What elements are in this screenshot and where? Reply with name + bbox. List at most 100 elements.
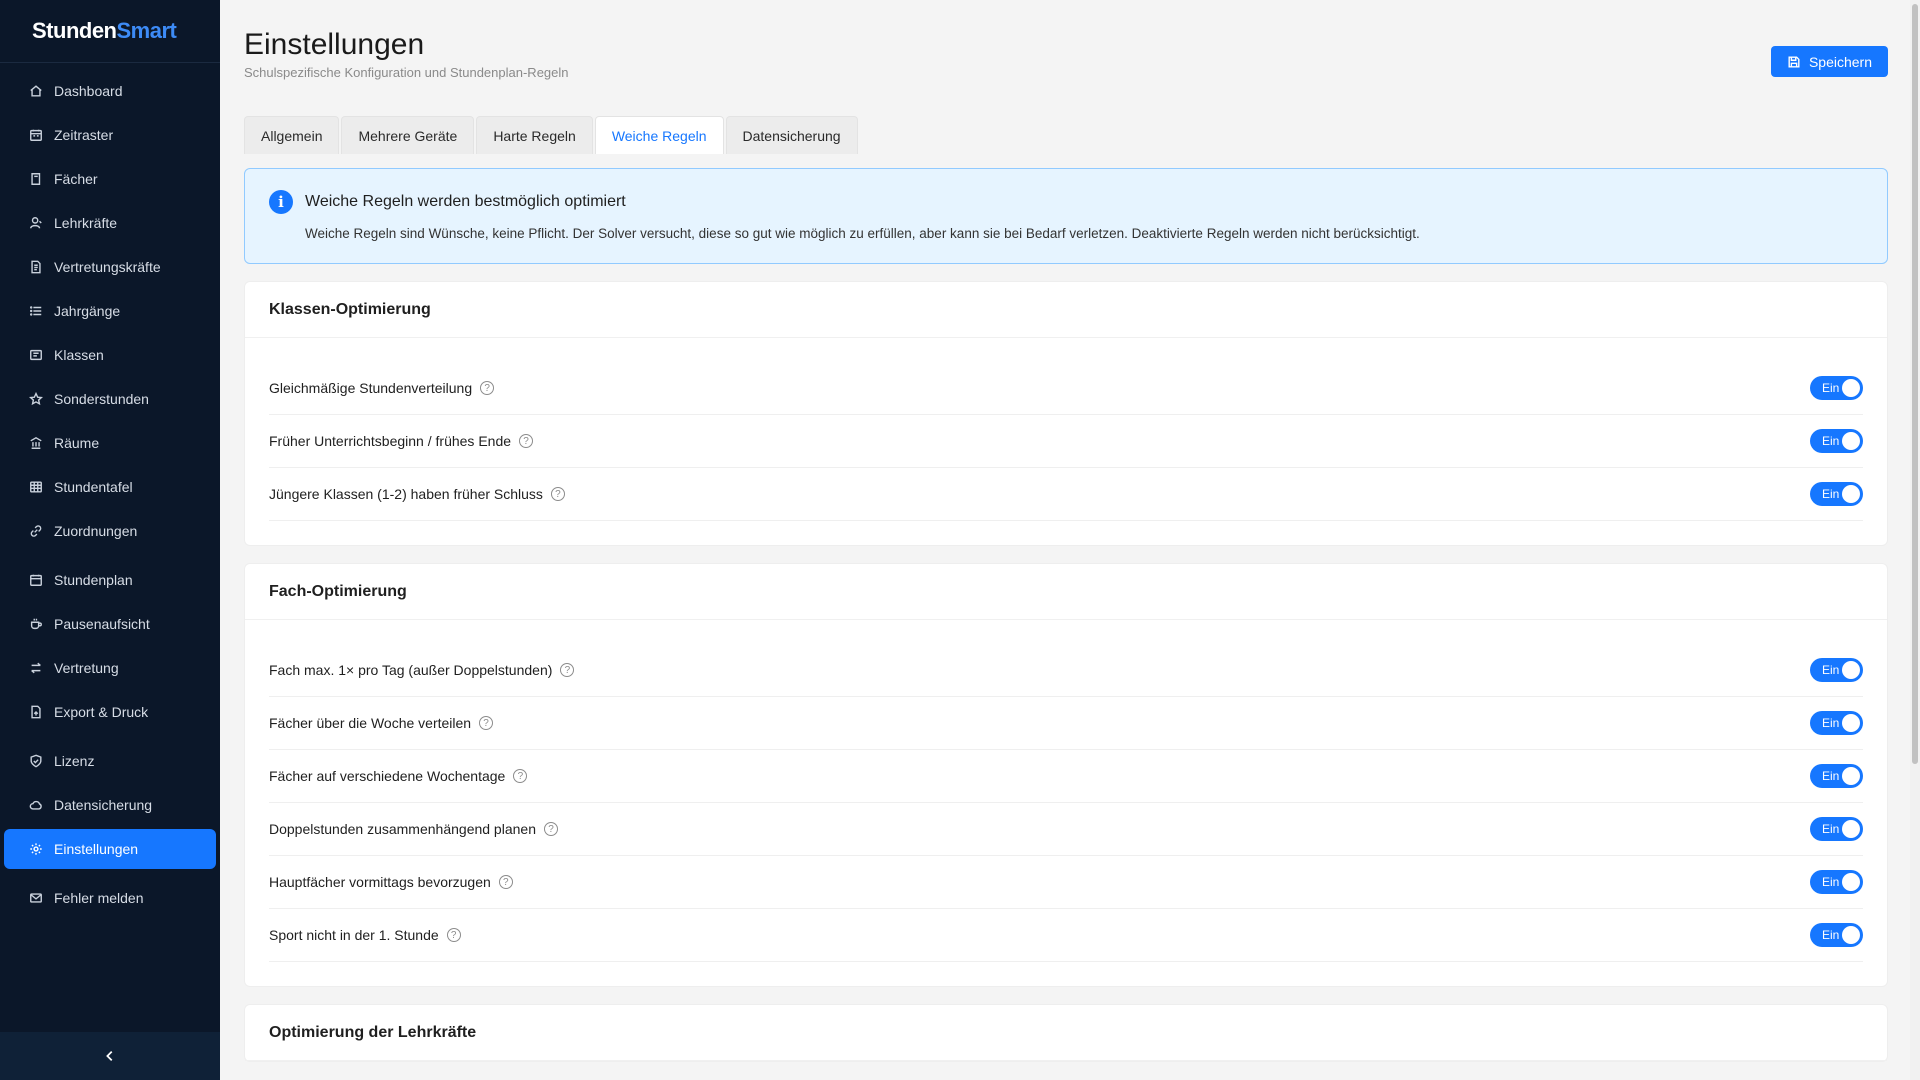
- rule-toggle[interactable]: Ein: [1810, 429, 1863, 453]
- scrollbar[interactable]: [1910, 0, 1920, 1080]
- cloud-icon: [28, 797, 44, 813]
- toggle-knob: [1842, 485, 1860, 503]
- section-title: Fach-Optimierung: [245, 564, 1887, 620]
- sidebar-item-label: Einstellungen: [54, 841, 139, 857]
- sidebar-item-stundentafel[interactable]: Stundentafel: [0, 465, 220, 509]
- tab-harte-regeln[interactable]: Harte Regeln: [476, 116, 593, 154]
- save-button-label: Speichern: [1808, 53, 1872, 70]
- rule-label-group: Fächer über die Woche verteilen?: [269, 715, 494, 731]
- rule-label-group: Früher Unterrichtsbeginn / frühes Ende?: [269, 433, 534, 449]
- rule-toggle[interactable]: Ein: [1810, 711, 1863, 735]
- rule-label-group: Fächer auf verschiedene Wochentage?: [269, 768, 528, 784]
- rule-toggle[interactable]: Ein: [1810, 482, 1863, 506]
- calendar-grid-icon: [28, 127, 44, 143]
- toggle-knob: [1842, 873, 1860, 891]
- help-icon[interactable]: ?: [513, 769, 528, 783]
- sidebar-item-sonderstunden[interactable]: Sonderstunden: [0, 377, 220, 421]
- info-text: Weiche Regeln sind Wünsche, keine Pflich…: [305, 226, 1420, 241]
- toggle-knob: [1842, 767, 1860, 785]
- sidebar-item-label: Lizenz: [54, 753, 95, 769]
- swap-icon: [28, 660, 44, 676]
- rule-sections: Klassen-Optimierung Gleichmäßige Stundenv…: [244, 281, 1888, 1062]
- sidebar-item-facher[interactable]: Fächer: [0, 157, 220, 201]
- document-icon: [28, 259, 44, 275]
- rule-toggle[interactable]: Ein: [1810, 658, 1863, 682]
- toggle-state-label: Ein: [1822, 663, 1840, 677]
- sidebar-item-label: Fächer: [54, 171, 98, 187]
- sidebar-item-lizenz[interactable]: Lizenz: [0, 739, 220, 783]
- rule-label-group: Sport nicht in der 1. Stunde?: [269, 927, 461, 943]
- rule-row: Früher Unterrichtsbeginn / frühes Ende? E…: [269, 415, 1863, 468]
- toggle-state-label: Ein: [1822, 875, 1840, 889]
- help-icon[interactable]: ?: [480, 381, 495, 395]
- sidebar-item-vertretung[interactable]: Vertretung: [0, 646, 220, 690]
- save-button[interactable]: Speichern: [1770, 46, 1888, 77]
- gear-icon: [28, 841, 44, 857]
- help-icon[interactable]: ?: [543, 822, 558, 836]
- book-icon: [28, 171, 44, 187]
- sidebar-item-label: Stundenplan: [54, 572, 133, 588]
- help-icon[interactable]: ?: [479, 716, 494, 730]
- sidebar-collapse-button[interactable]: [0, 1032, 220, 1080]
- sidebar-item-klassen[interactable]: Klassen: [0, 333, 220, 377]
- section-title: Klassen-Optimierung: [245, 282, 1887, 338]
- mail-icon: [28, 890, 44, 906]
- rule-toggle[interactable]: Ein: [1810, 870, 1863, 894]
- help-icon[interactable]: ?: [446, 928, 461, 942]
- rule-label: Früher Unterrichtsbeginn / frühes Ende: [269, 433, 512, 449]
- sidebar-item-datensicherung[interactable]: Datensicherung: [0, 783, 220, 827]
- coffee-icon: [28, 616, 44, 632]
- rule-row: Jüngere Klassen (1-2) haben früher Schlu…: [269, 468, 1863, 521]
- calendar-icon: [28, 572, 44, 588]
- info-icon: i: [269, 190, 293, 214]
- sidebar-item-export-druck[interactable]: Export & Druck: [0, 690, 220, 734]
- sidebar-item-vertretungskrafte[interactable]: Vertretungskräfte: [0, 245, 220, 289]
- rule-toggle[interactable]: Ein: [1810, 817, 1863, 841]
- rule-label: Jüngere Klassen (1-2) haben früher Schlu…: [269, 486, 543, 502]
- sidebar-item-label: Vertretung: [54, 660, 119, 676]
- sidebar-item-einstellungen[interactable]: Einstellungen: [4, 829, 216, 869]
- section-card-klassen-optimierung: Klassen-Optimierung Gleichmäßige Stundenv…: [244, 281, 1888, 546]
- sidebar-item-lehrkrafte[interactable]: Lehrkräfte: [0, 201, 220, 245]
- rule-label: Doppelstunden zusammenhängend planen: [269, 821, 536, 837]
- rule-toggle[interactable]: Ein: [1810, 376, 1863, 400]
- home-icon: [28, 83, 44, 99]
- rule-label-group: Jüngere Klassen (1-2) haben früher Schlu…: [269, 486, 565, 502]
- sidebar-item-pausenaufsicht[interactable]: Pausenaufsicht: [0, 602, 220, 646]
- toggle-state-label: Ein: [1822, 822, 1840, 836]
- sidebar-item-label: Sonderstunden: [54, 391, 149, 407]
- sidebar-item-zuordnungen[interactable]: Zuordnungen: [0, 509, 220, 553]
- tab-allgemein[interactable]: Allgemein: [244, 116, 340, 154]
- scrollbar-thumb[interactable]: [1912, 4, 1918, 764]
- sidebar-item-label: Zuordnungen: [54, 523, 138, 539]
- classroom-icon: [28, 347, 44, 363]
- tab-weiche-regeln[interactable]: Weiche Regeln: [594, 116, 724, 154]
- link-icon: [28, 523, 44, 539]
- tab-mehrere-gerate[interactable]: Mehrere Geräte: [341, 116, 475, 154]
- rule-row: Gleichmäßige Stundenverteilung? Ein: [269, 362, 1863, 415]
- sidebar-item-fehler-melden[interactable]: Fehler melden: [0, 876, 220, 920]
- help-icon[interactable]: ?: [498, 875, 513, 889]
- main-content: Einstellungen Schulspezifische Konfigura…: [220, 0, 1920, 1080]
- help-icon[interactable]: ?: [550, 487, 565, 501]
- toggle-knob: [1842, 432, 1860, 450]
- sidebar-item-label: Dashboard: [54, 83, 123, 99]
- save-icon: [1788, 55, 1800, 68]
- toggle-state-label: Ein: [1822, 434, 1840, 448]
- sidebar-item-stundenplan[interactable]: Stundenplan: [0, 558, 220, 602]
- rule-toggle[interactable]: Ein: [1810, 923, 1863, 947]
- sidebar-item-zeitraster[interactable]: Zeitraster: [0, 113, 220, 157]
- rule-toggle[interactable]: Ein: [1810, 764, 1863, 788]
- sidebar-item-jahrgange[interactable]: Jahrgänge: [0, 289, 220, 333]
- help-icon[interactable]: ?: [560, 663, 575, 677]
- brand-logo[interactable]: Stunden Smart: [0, 0, 220, 63]
- section-body: Fach max. 1× pro Tag (außer Doppelstunde…: [245, 620, 1887, 986]
- sidebar-item-dashboard[interactable]: Dashboard: [0, 69, 220, 113]
- help-icon[interactable]: ?: [519, 434, 534, 448]
- sidebar-item-label: Pausenaufsicht: [54, 616, 150, 632]
- sidebar-item-raume[interactable]: Räume: [0, 421, 220, 465]
- rule-label-group: Gleichmäßige Stundenverteilung?: [269, 380, 495, 396]
- rule-label: Fächer über die Woche verteilen: [269, 715, 472, 731]
- tab-datensicherung[interactable]: Datensicherung: [725, 116, 858, 154]
- sidebar-item-label: Zeitraster: [54, 127, 114, 143]
